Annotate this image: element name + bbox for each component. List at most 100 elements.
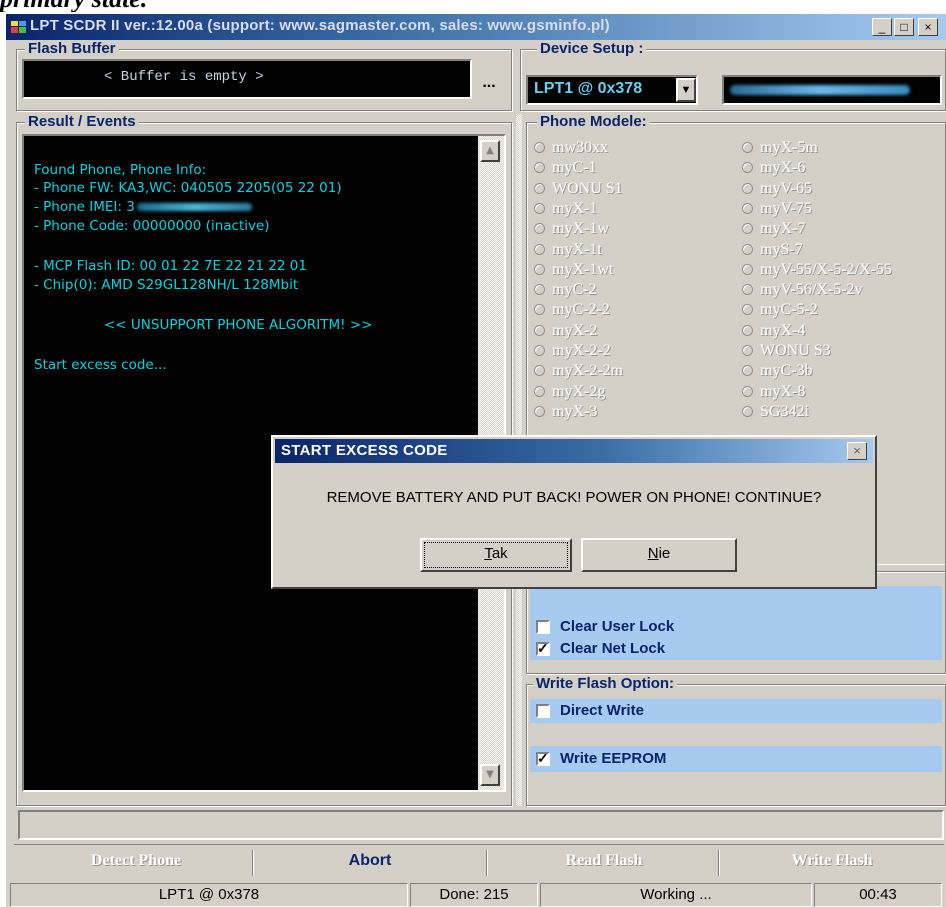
- radio-button-icon[interactable]: [534, 182, 545, 194]
- phone-model-radio[interactable]: myX-4: [742, 322, 805, 340]
- radio-button-icon[interactable]: [742, 365, 753, 377]
- phone-model-radio[interactable]: myC-2: [534, 281, 596, 299]
- abort-button[interactable]: Abort: [256, 846, 484, 878]
- result-events-label: Result / Events: [25, 113, 139, 130]
- radio-button-icon[interactable]: [534, 223, 545, 235]
- clear-user-lock-row[interactable]: Clear User Lock: [530, 616, 942, 638]
- phone-model-label: myX-1t: [552, 240, 602, 258]
- yes-button[interactable]: Tak: [420, 538, 572, 572]
- radio-button-icon[interactable]: [534, 202, 545, 214]
- maximize-button[interactable]: □: [894, 18, 914, 36]
- phone-model-radio[interactable]: myX-7: [742, 220, 805, 238]
- phone-model-radio[interactable]: myX-2-2: [534, 342, 611, 360]
- console-line: - Phone FW: KA3,WC: 040505 2205(05 22 01…: [34, 180, 342, 196]
- phone-model-radio[interactable]: myX-6: [742, 159, 805, 177]
- phone-model-radio[interactable]: myX-1w: [534, 220, 609, 238]
- radio-button-icon[interactable]: [742, 324, 753, 336]
- phone-model-label: mw30xx: [552, 139, 608, 156]
- phone-model-label: SG342i: [760, 402, 809, 420]
- phone-model-radio[interactable]: myV-75: [742, 200, 812, 218]
- direct-write-row[interactable]: Direct Write: [530, 699, 942, 723]
- radio-button-icon[interactable]: [534, 142, 545, 153]
- radio-button-icon[interactable]: [534, 345, 545, 356]
- write-flash-button[interactable]: Write Flash: [722, 846, 942, 878]
- phone-model-radio[interactable]: SG342i: [742, 403, 809, 421]
- radio-button-icon[interactable]: [742, 202, 753, 214]
- phone-model-radio[interactable]: myS-7: [742, 241, 803, 259]
- clear-user-lock-checkbox[interactable]: [536, 620, 550, 634]
- radio-button-icon[interactable]: [742, 345, 753, 356]
- radio-button-icon[interactable]: [742, 243, 753, 255]
- radio-button-icon[interactable]: [534, 324, 545, 336]
- phone-model-radio[interactable]: myV-65: [742, 180, 812, 198]
- radio-button-icon[interactable]: [534, 405, 545, 417]
- read-flash-button[interactable]: Read Flash: [490, 846, 718, 878]
- radio-button-icon[interactable]: [742, 405, 753, 417]
- radio-button-icon[interactable]: [742, 142, 753, 153]
- phone-model-radio[interactable]: mw30xx: [534, 139, 608, 157]
- port-select[interactable]: LPT1 @ 0x378 ▼: [526, 75, 698, 105]
- phone-model-radio[interactable]: myV-56/X-5-2v: [742, 281, 863, 299]
- radio-button-icon[interactable]: [534, 284, 545, 296]
- chevron-down-icon[interactable]: ▼: [676, 78, 696, 102]
- phone-model-radio[interactable]: myX-1wt: [534, 261, 613, 279]
- port-select-value: LPT1 @ 0x378: [534, 80, 643, 97]
- radio-button-icon[interactable]: [534, 385, 545, 397]
- console-line: - MCP Flash ID: 00 01 22 7E 22 21 22 01: [34, 258, 307, 274]
- radio-button-icon[interactable]: [742, 263, 753, 275]
- phone-model-radio[interactable]: myC-2-2: [534, 301, 610, 319]
- phone-model-radio[interactable]: myX-8: [742, 383, 805, 401]
- title-bar[interactable]: LPT SCDR II ver.:12.00a (support: www.sa…: [6, 14, 946, 40]
- clear-net-lock-row[interactable]: ✓ Clear Net Lock: [530, 638, 942, 660]
- flash-buffer-field[interactable]: < Buffer is empty >: [22, 59, 472, 99]
- phone-model-label: myX-2g: [552, 382, 606, 400]
- dialog-message: REMOVE BATTERY AND PUT BACK! POWER ON PH…: [326, 489, 822, 506]
- phone-model-radio[interactable]: myX-5m: [742, 139, 818, 157]
- write-eeprom-row[interactable]: ✓ Write EEPROM: [530, 746, 942, 772]
- phone-model-radio[interactable]: myC-3b: [742, 362, 812, 380]
- radio-button-icon[interactable]: [534, 304, 545, 316]
- radio-button-icon[interactable]: [534, 365, 545, 377]
- close-button[interactable]: ×: [918, 18, 938, 36]
- phone-model-radio[interactable]: myC-5-2: [742, 301, 818, 319]
- phone-model-radio[interactable]: WONU S1: [534, 180, 623, 198]
- phone-model-radio[interactable]: myX-2-2m: [534, 362, 623, 380]
- flash-buffer-label: Flash Buffer: [25, 40, 119, 57]
- no-button[interactable]: Nie: [581, 538, 737, 572]
- browse-button[interactable]: ...: [474, 74, 504, 102]
- phone-model-label: myC-5-2: [760, 301, 818, 319]
- radio-button-icon[interactable]: [742, 182, 753, 194]
- radio-button-icon[interactable]: [742, 385, 753, 397]
- radio-button-icon[interactable]: [742, 304, 753, 316]
- phone-model-label: myX-2-2m: [552, 362, 624, 380]
- radio-button-icon[interactable]: [742, 284, 753, 296]
- radio-button-icon[interactable]: [534, 162, 545, 174]
- radio-button-icon[interactable]: [534, 263, 545, 275]
- direct-write-checkbox[interactable]: [536, 704, 550, 718]
- phone-model-radio[interactable]: myC-1: [534, 159, 596, 177]
- console-line: << UNSUPPORT PHONE ALGORITM! >>: [104, 317, 373, 333]
- radio-button-icon[interactable]: [534, 243, 545, 255]
- phone-model-radio[interactable]: myX-1: [534, 200, 597, 218]
- device-setup-label: Device Setup :: [537, 40, 647, 57]
- scroll-down-icon[interactable]: ▼: [480, 764, 500, 786]
- phone-model-radio[interactable]: myV-55/X-5-2/X-55: [742, 261, 892, 279]
- radio-button-icon[interactable]: [742, 223, 753, 235]
- phone-model-label: myX-1: [552, 199, 598, 217]
- detect-phone-button[interactable]: Detect Phone: [22, 846, 250, 878]
- dialog-close-icon[interactable]: ×: [847, 442, 867, 460]
- scroll-up-icon[interactable]: ▲: [480, 140, 500, 162]
- minimize-button[interactable]: _: [872, 18, 892, 36]
- phone-model-label: WONU S3: [760, 342, 831, 359]
- dialog-title-bar[interactable]: START EXCESS CODE ×: [275, 439, 873, 463]
- radio-button-icon[interactable]: [742, 162, 753, 174]
- phone-model-label: myX-6: [760, 159, 806, 177]
- phone-model-radio[interactable]: myX-1t: [534, 241, 602, 259]
- phone-model-radio[interactable]: WONU S3: [742, 342, 831, 360]
- phone-model-radio[interactable]: myX-2g: [534, 383, 605, 401]
- clear-net-lock-checkbox[interactable]: ✓: [536, 640, 550, 656]
- direct-write-label: Direct Write: [560, 702, 644, 719]
- phone-model-radio[interactable]: myX-3: [534, 403, 597, 421]
- phone-model-radio[interactable]: myX-2: [534, 322, 597, 340]
- write-eeprom-checkbox[interactable]: ✓: [536, 750, 550, 766]
